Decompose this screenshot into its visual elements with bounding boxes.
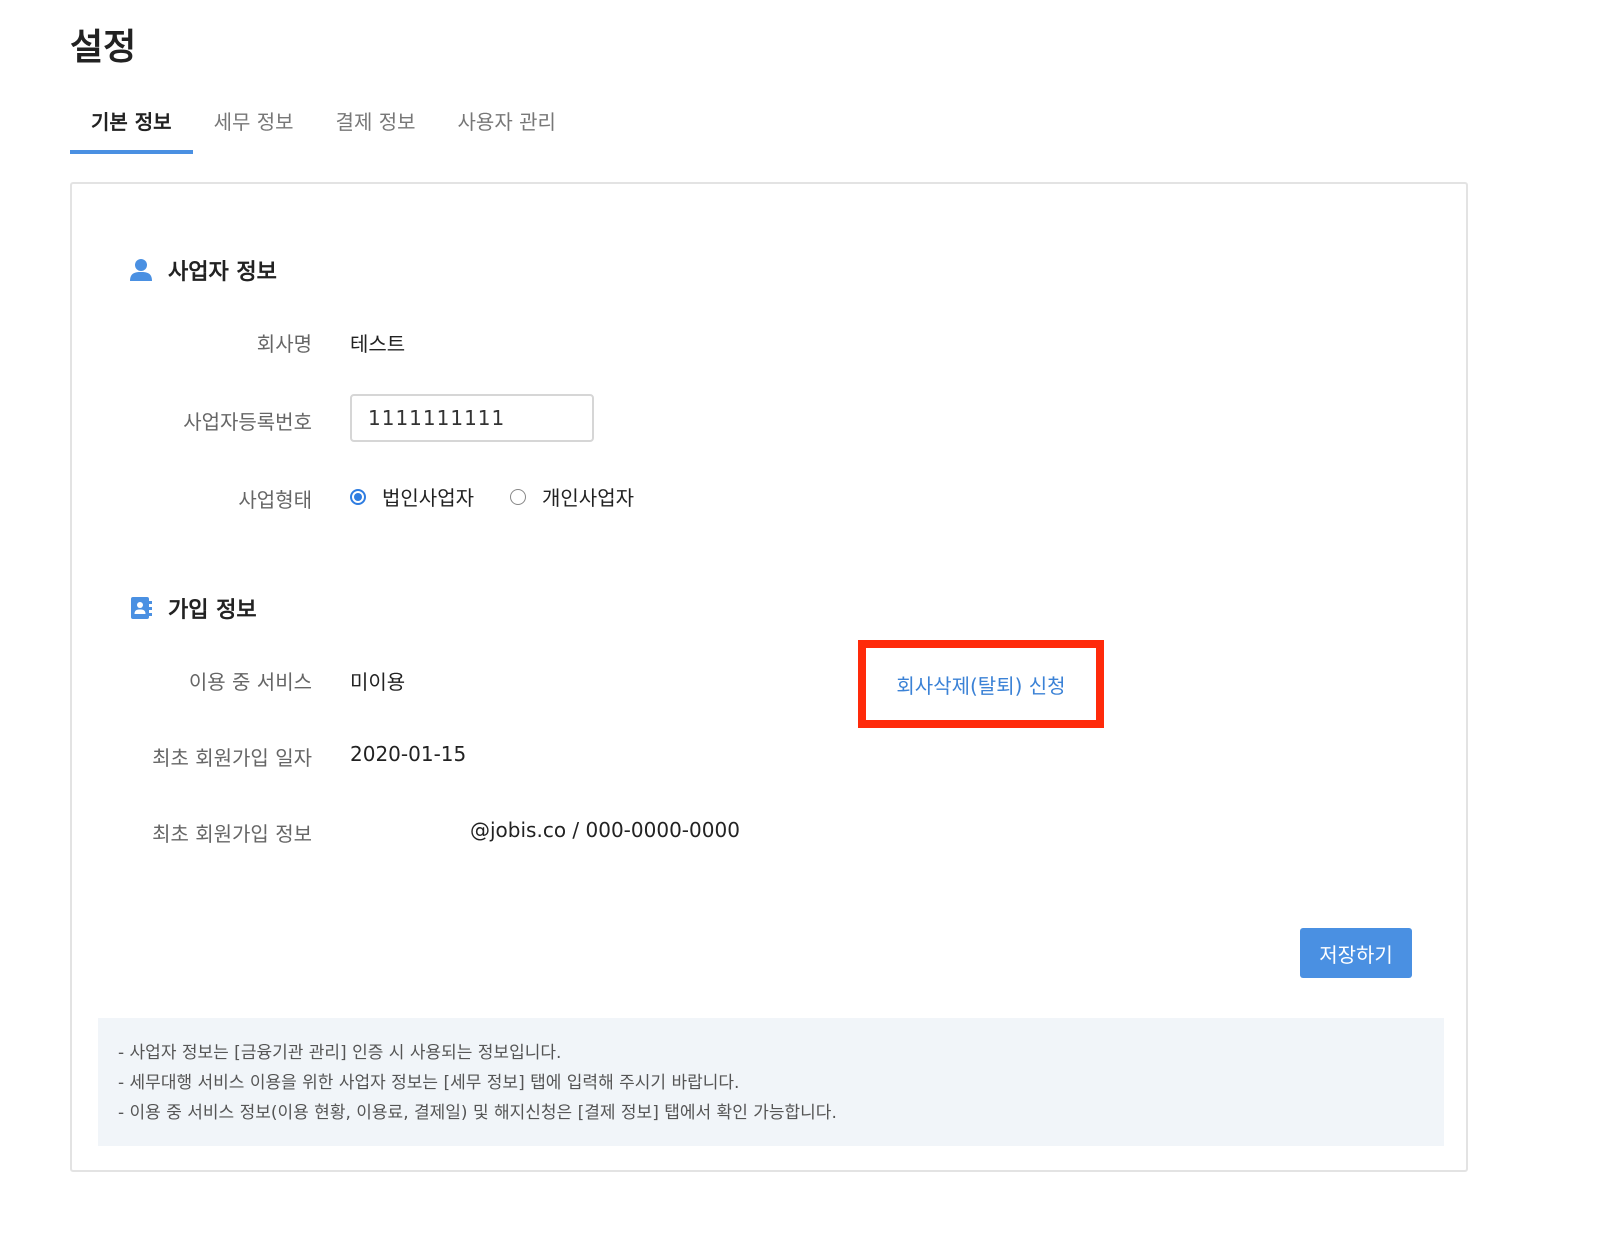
business-type-label: 사업형태 bbox=[238, 488, 312, 512]
company-name-label: 회사명 bbox=[256, 332, 312, 356]
notice-line: - 사업자 정보는 [금융기관 관리] 인증 시 사용되는 정보입니다. bbox=[118, 1043, 562, 1063]
signup-info-title: 가입 정보 bbox=[168, 598, 257, 623]
tab-basic-info[interactable]: 기본 정보 bbox=[70, 92, 193, 154]
business-info-title: 사업자 정보 bbox=[168, 260, 277, 285]
business-type-radio-group: 법인사업자 개인사업자 bbox=[350, 482, 670, 511]
notice-line: - 이용 중 서비스 정보(이용 현황, 이용료, 결제일) 및 해지신청은 [… bbox=[118, 1103, 837, 1123]
settings-card: 사업자 정보 회사명 테스트 사업자등록번호 1111111111 사업형태 법… bbox=[70, 182, 1468, 1172]
service-label: 이용 중 서비스 bbox=[188, 670, 312, 694]
radio-corporate[interactable]: 법인사업자 bbox=[350, 482, 474, 511]
company-withdraw-link[interactable]: 회사삭제(탈퇴) 신청 bbox=[896, 670, 1065, 699]
business-info-heading: 사업자 정보 bbox=[130, 254, 277, 286]
tab-payment-info[interactable]: 결제 정보 bbox=[315, 92, 437, 150]
business-reg-number-input[interactable]: 1111111111 bbox=[350, 394, 594, 442]
radio-corporate-label: 법인사업자 bbox=[382, 486, 474, 510]
radio-corporate-indicator[interactable] bbox=[350, 488, 366, 505]
contact-book-icon bbox=[131, 597, 152, 619]
page-title: 설정 bbox=[70, 27, 137, 68]
notice-line: - 세무대행 서비스 이용을 위한 사업자 정보는 [세무 정보] 탭에 입력해… bbox=[118, 1073, 740, 1093]
company-name-value: 테스트 bbox=[350, 332, 406, 356]
signup-date-label: 최초 회원가입 일자 bbox=[152, 746, 312, 770]
radio-individual-indicator[interactable] bbox=[510, 488, 526, 505]
service-value: 미이용 bbox=[350, 670, 406, 694]
tab-tax-info[interactable]: 세무 정보 bbox=[193, 92, 315, 150]
radio-individual[interactable]: 개인사업자 bbox=[510, 482, 634, 511]
notice-box: - 사업자 정보는 [금융기관 관리] 인증 시 사용되는 정보입니다. - 세… bbox=[98, 1018, 1444, 1146]
radio-individual-label: 개인사업자 bbox=[542, 486, 634, 510]
signup-info-heading: 가입 정보 bbox=[130, 592, 257, 624]
user-icon bbox=[130, 259, 152, 281]
withdraw-highlight-box: 회사삭제(탈퇴) 신청 bbox=[858, 640, 1104, 728]
tab-bar: 기본 정보 세무 정보 결제 정보 사용자 관리 bbox=[70, 92, 577, 154]
save-button[interactable]: 저장하기 bbox=[1300, 928, 1412, 978]
signup-info-value: @jobis.co / 000-0000-0000 bbox=[470, 818, 740, 842]
signup-date-value: 2020-01-15 bbox=[350, 742, 467, 766]
business-reg-number-label: 사업자등록번호 bbox=[183, 410, 312, 434]
tab-user-management[interactable]: 사용자 관리 bbox=[437, 92, 577, 150]
signup-info-label: 최초 회원가입 정보 bbox=[152, 822, 312, 846]
